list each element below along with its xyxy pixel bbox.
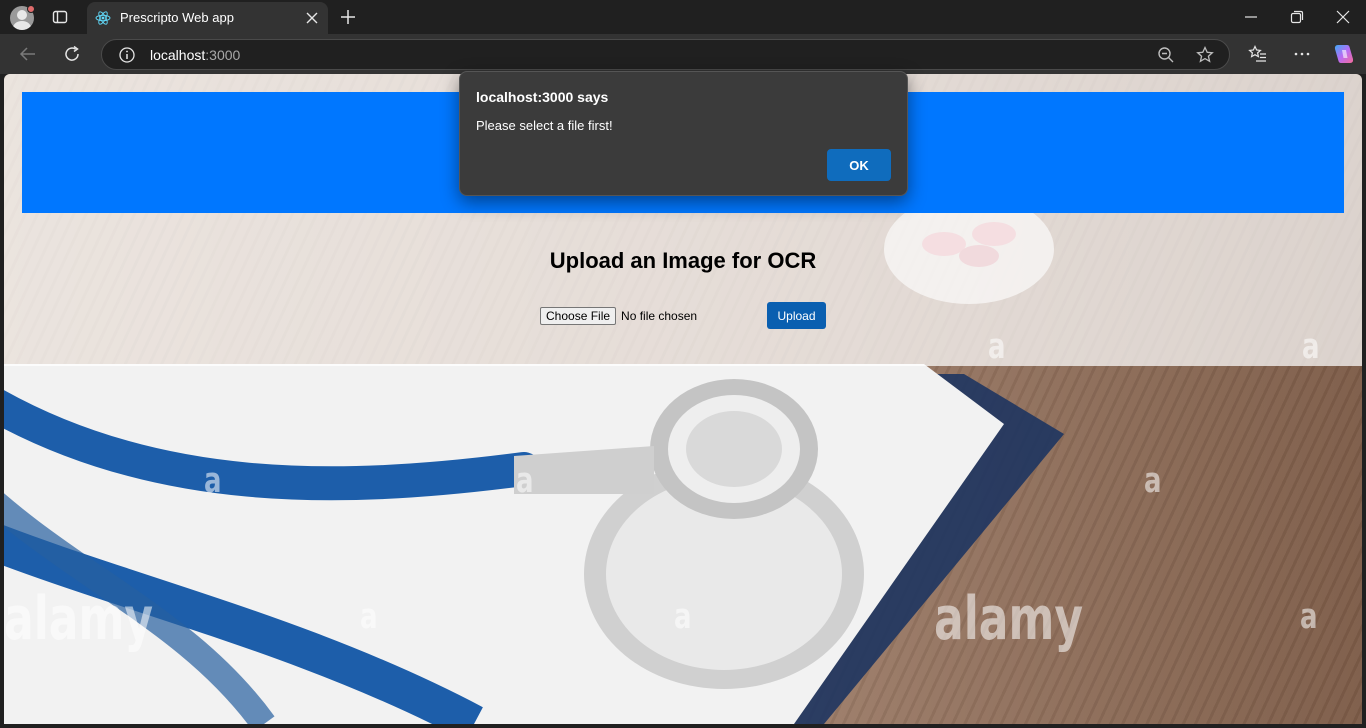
watermark-mark: a: [674, 596, 692, 638]
url-port: :3000: [205, 47, 241, 63]
react-logo-icon: [95, 11, 111, 25]
url-text[interactable]: localhost:3000: [150, 47, 240, 63]
watermark-mark: a: [204, 460, 222, 502]
watermark: alamy: [934, 585, 1083, 654]
choose-file-button[interactable]: Choose File: [540, 307, 617, 325]
star-icon[interactable]: [1195, 45, 1215, 65]
ok-button[interactable]: OK: [827, 149, 891, 181]
active-tab[interactable]: Prescripto Web app: [87, 2, 328, 34]
zoom-out-icon[interactable]: [1156, 45, 1176, 65]
file-input[interactable]: Choose File No file chosen: [540, 307, 697, 325]
watermark-mark: a: [988, 326, 1006, 368]
watermark-mark: a: [1300, 596, 1318, 638]
close-icon[interactable]: [305, 11, 319, 25]
favorites-icon[interactable]: [1248, 44, 1268, 64]
more-icon[interactable]: [1292, 44, 1312, 64]
plus-icon[interactable]: [339, 8, 357, 26]
watermark: alamy: [4, 585, 153, 654]
page-title: Upload an Image for OCR: [549, 248, 817, 273]
back-arrow-icon[interactable]: [18, 44, 38, 64]
watermark-mark: a: [1144, 460, 1162, 502]
close-window-icon[interactable]: [1335, 9, 1351, 25]
alert-dialog: localhost:3000 says Please select a file…: [459, 71, 908, 196]
file-status: No file chosen: [621, 309, 698, 323]
url-host: localhost: [150, 47, 206, 63]
tab-strip: Prescripto Web app: [0, 0, 1366, 34]
minimize-icon[interactable]: [1243, 9, 1259, 25]
upload-button[interactable]: Upload: [767, 302, 826, 329]
copilot-icon[interactable]: [1333, 43, 1355, 65]
tab-title: Prescripto Web app: [120, 10, 234, 25]
watermark-mark: a: [1302, 326, 1320, 368]
tab-actions-icon[interactable]: [52, 9, 68, 25]
restore-icon[interactable]: [1289, 9, 1305, 25]
browser-toolbar: localhost:3000: [0, 34, 1366, 74]
address-bar[interactable]: localhost:3000: [101, 39, 1230, 70]
refresh-icon[interactable]: [62, 44, 82, 64]
profile-notification-dot: [27, 5, 35, 13]
watermark-mark: a: [516, 460, 534, 502]
info-icon[interactable]: [118, 46, 136, 64]
dialog-title: localhost:3000 says: [476, 89, 609, 105]
dialog-message: Please select a file first!: [476, 118, 613, 133]
watermark-mark: a: [360, 596, 378, 638]
